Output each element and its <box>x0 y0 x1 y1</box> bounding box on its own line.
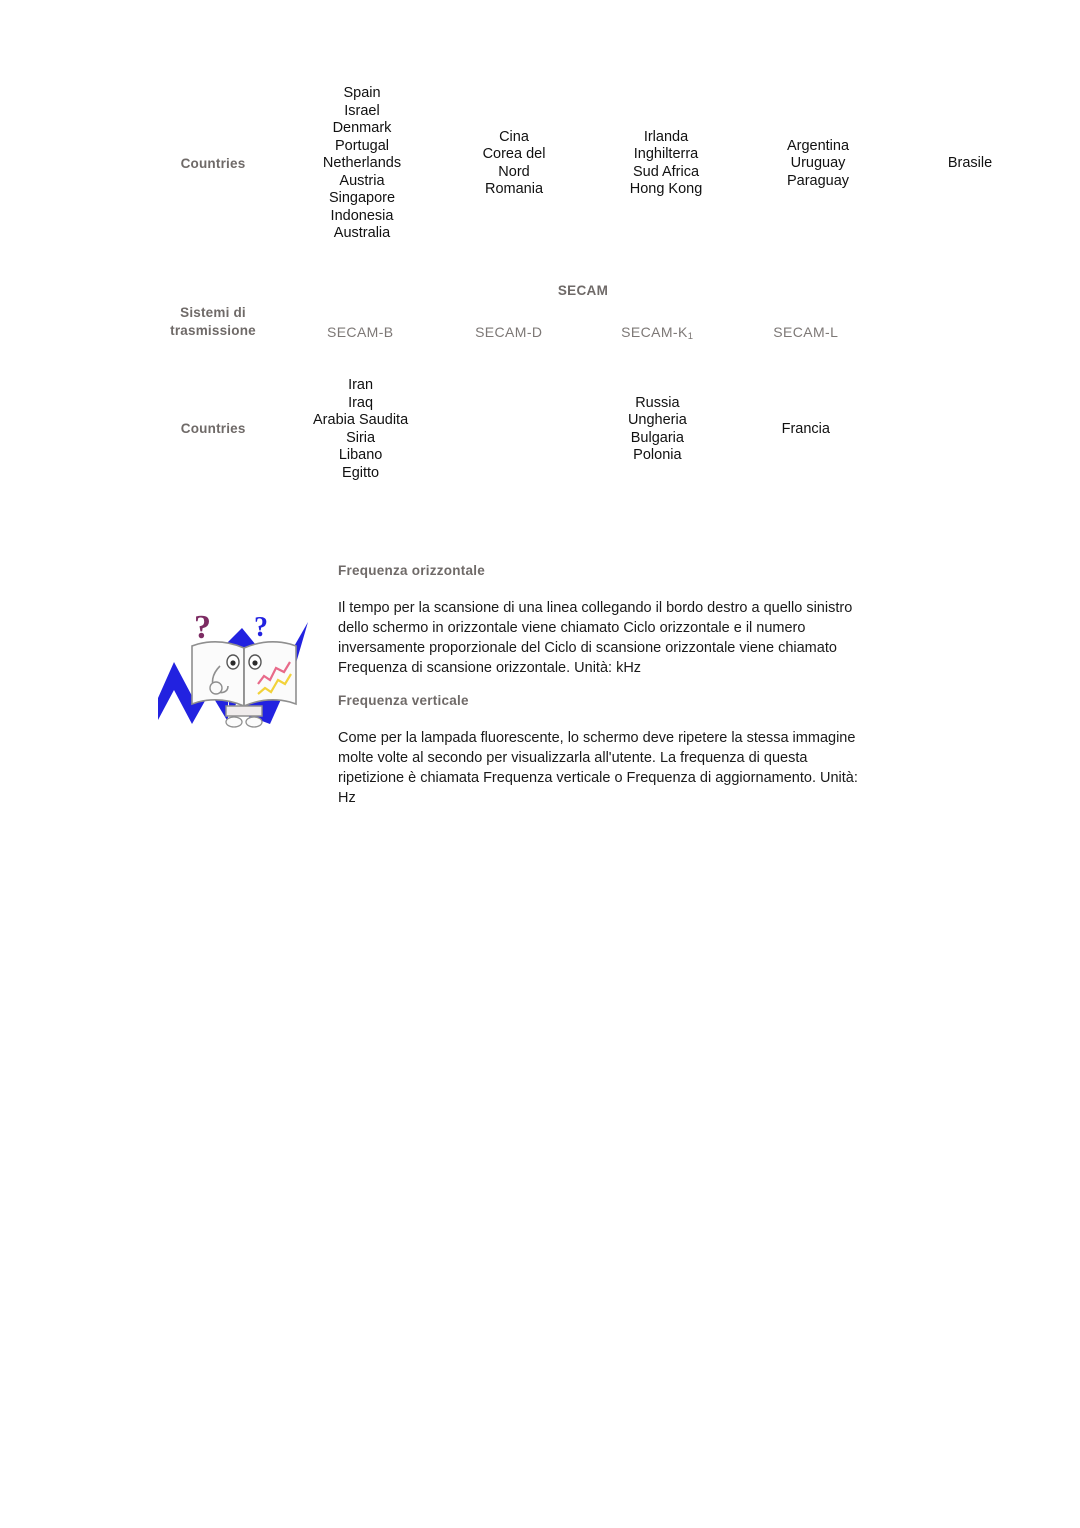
row-label-countries: Countries <box>180 155 246 171</box>
list-item: Russia <box>635 394 680 411</box>
section-body: Il tempo per la scansione di una linea c… <box>338 600 853 676</box>
list-item: Iran <box>348 377 374 393</box>
country-list-cell-5: Brasile <box>894 85 1046 243</box>
table-row-group-title: Sistemi di trasmissione SECAM <box>140 282 880 339</box>
table-row: Countries Spain Israel Denmark Portugal … <box>140 85 1046 243</box>
list-item: Uruguay <box>790 155 846 171</box>
secam-country-list-cell-1: Iran Iraq Arabia Saudita Siria Libano Eg… <box>286 377 434 482</box>
secam-country-list-cell-3: Russia Ungheria Bulgaria Polonia <box>583 377 731 482</box>
secam-group-title: SECAM <box>557 282 609 298</box>
secam-country-list-cell-2 <box>435 377 583 482</box>
frequenza-verticale-section: Frequenza verticale Come per la lampada … <box>338 693 858 808</box>
list-item: Inghilterra <box>633 146 699 163</box>
countries-secam-table: Countries Iran Iraq Arabia Saudita Siria… <box>140 377 880 482</box>
secam-column-label-k1: SECAM-K1 <box>583 324 732 343</box>
section-heading: Frequenza orizzontale <box>338 563 486 578</box>
row-label-line-1: Sistemi di <box>180 305 246 320</box>
transmission-systems-table: Sistemi di trasmissione SECAM SECAM-B SE… <box>140 282 881 343</box>
help-book-icon-svg: ? ? <box>158 609 308 728</box>
list-item: Romania <box>484 181 544 198</box>
country-list-cell-1: Spain Israel Denmark Portugal Netherland… <box>286 85 438 243</box>
list-item: Spain <box>343 85 381 101</box>
list-item: Australia <box>333 225 391 241</box>
list-item: Austria <box>339 172 385 189</box>
secam-b-text: SECAM-B <box>326 324 394 341</box>
secam-column-label-d: SECAM-D <box>435 324 584 340</box>
list-item: Hong Kong <box>629 181 703 198</box>
list-item: Netherlands <box>322 155 402 171</box>
list-item: Bulgaria <box>630 429 684 446</box>
countries-pal-table: Countries Spain Israel Denmark Portugal … <box>140 85 1046 243</box>
section-body: Come per la lampada fluorescente, lo sch… <box>338 730 858 806</box>
list-item: Argentina <box>786 137 850 154</box>
list-item: Portugal <box>334 137 389 154</box>
list-item: Indonesia <box>330 207 394 224</box>
secam-d-text: SECAM-D <box>475 324 543 341</box>
list-item: Denmark <box>332 120 392 136</box>
list-item: Paraguay <box>786 172 850 189</box>
country-list-cell-3: Irlanda Inghilterra Sud Africa Hong Kong <box>590 85 742 243</box>
secam-column-label-b: SECAM-B <box>286 324 435 340</box>
row-label-countries-secam: Countries <box>180 421 246 437</box>
list-item: Sud Africa <box>632 163 700 180</box>
list-item: Libano <box>338 447 383 463</box>
list-item: Brasile <box>947 155 993 171</box>
secam-column-label-l: SECAM-L <box>732 324 881 340</box>
secam-l-text: SECAM-L <box>773 324 839 341</box>
list-item: Iraq <box>348 394 374 411</box>
list-item: Francia <box>781 420 830 437</box>
list-item: Israel <box>344 102 380 119</box>
question-mark-left-icon: ? <box>194 609 211 646</box>
list-item: Singapore <box>328 190 396 206</box>
secam-k-text: SECAM-K <box>621 324 688 341</box>
list-item: Corea del <box>482 146 546 163</box>
help-book-icon: ? ? <box>158 600 338 740</box>
list-item: Arabia Saudita <box>313 412 409 428</box>
list-item: Egitto <box>342 464 380 481</box>
list-item: Polonia <box>633 447 682 463</box>
secam-country-list-cell-4: Francia <box>732 377 880 482</box>
list-item: Ungheria <box>627 412 687 428</box>
secam-k-subscript: 1 <box>687 331 694 343</box>
row-label-line-2: trasmissione <box>170 323 256 339</box>
table-row: Countries Iran Iraq Arabia Saudita Siria… <box>140 377 880 482</box>
list-item: Cina <box>499 128 529 145</box>
country-list-cell-4: Argentina Uruguay Paraguay <box>742 85 894 243</box>
list-item: Irlanda <box>643 128 689 145</box>
section-heading: Frequenza verticale <box>338 693 469 708</box>
question-mark-right-icon: ? <box>254 612 268 643</box>
list-item: Nord <box>498 163 530 180</box>
row-label-transmission-systems: Sistemi di trasmissione <box>140 282 286 340</box>
country-list-cell-2: Cina Corea del Nord Romania <box>438 85 590 243</box>
open-book-shape <box>191 641 297 728</box>
frequenza-orizzontale-section: Frequenza orizzontale Il tempo per la sc… <box>338 563 858 678</box>
list-item: Siria <box>346 429 376 446</box>
